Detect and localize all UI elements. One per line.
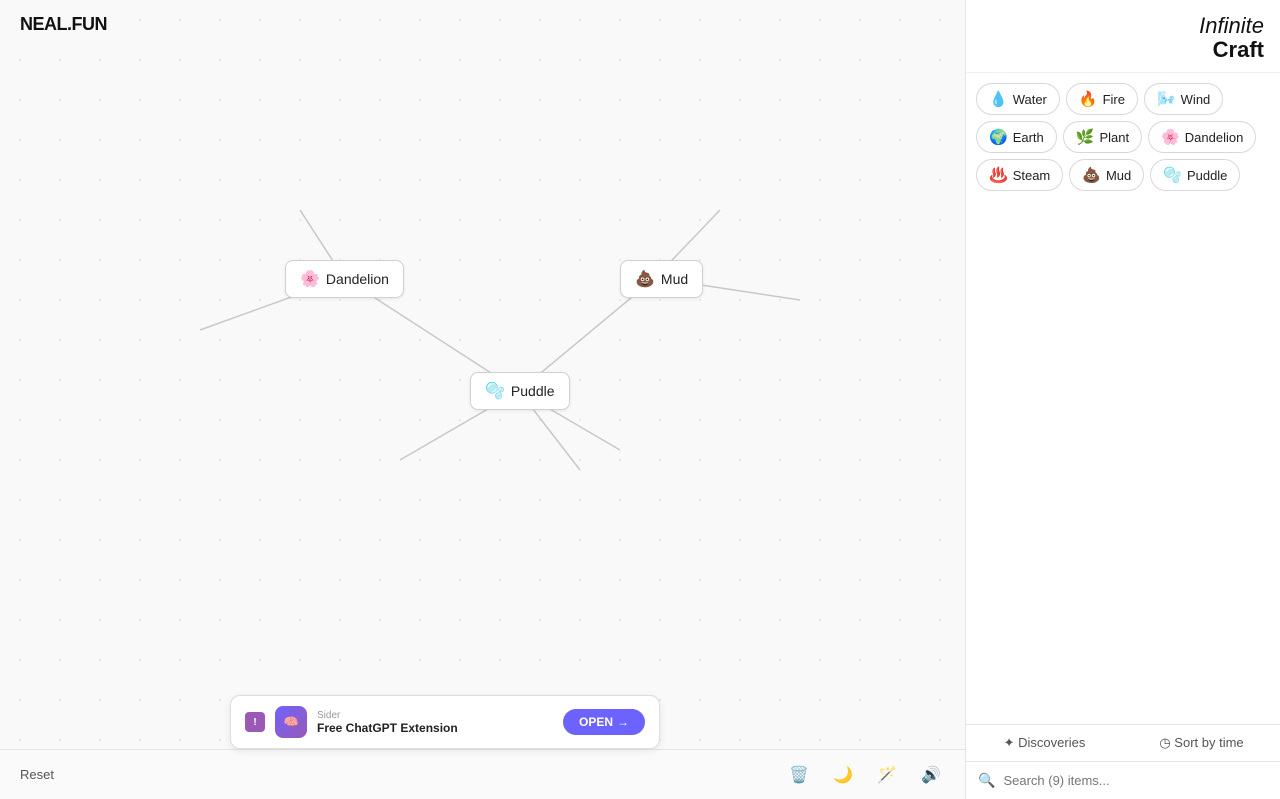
ad-text: Sider Free ChatGPT Extension [317,710,553,735]
ad-title: Free ChatGPT Extension [317,721,553,735]
steam-emoji: ♨️ [989,166,1008,184]
canvas-item-dandelion[interactable]: 🌸 Dandelion [285,260,404,298]
brush-icon[interactable]: 🪄 [873,761,901,789]
infinite-craft-title: Infinite Craft [1199,14,1264,62]
sound-icon[interactable]: 🔊 [917,761,945,789]
steam-label: Steam [1013,168,1051,183]
canvas-item-puddle[interactable]: 🫧 Puddle [470,372,570,410]
canvas-area[interactable]: 🌸 Dandelion 💩 Mud 🫧 Puddle [0,0,965,799]
mud-emoji: 💩 [635,269,655,289]
water-label: Water [1013,92,1047,107]
earth-emoji: 🌍 [989,128,1008,146]
discoveries-tab[interactable]: ✦ Discoveries [966,725,1123,761]
dandelion-emoji: 🌸 [300,269,320,289]
canvas-toolbar: Reset 🗑️ 🌙 🪄 🔊 [0,749,965,799]
canvas-toolbar-right: 🗑️ 🌙 🪄 🔊 [785,761,945,789]
fire-label: Fire [1103,92,1125,107]
sidebar-item-water[interactable]: 💧 Water [976,83,1060,115]
sidebar-item-plant[interactable]: 🌿 Plant [1063,121,1142,153]
puddle-sidebar-emoji: 🫧 [1163,166,1182,184]
dandelion-sidebar-label: Dandelion [1185,130,1244,145]
sidebar-header: Infinite Craft [966,0,1280,73]
ad-warning-icon: ! [245,712,265,732]
wind-label: Wind [1181,92,1211,107]
fire-emoji: 🔥 [1079,90,1098,108]
mud-sidebar-label: Mud [1106,168,1131,183]
earth-label: Earth [1013,130,1044,145]
sidebar-item-puddle[interactable]: 🫧 Puddle [1150,159,1240,191]
sidebar-bottom: ✦ Discoveries ◷ Sort by time 🔍 [966,724,1280,799]
bottom-tabs: ✦ Discoveries ◷ Sort by time [966,725,1280,762]
search-input[interactable] [1003,773,1268,788]
plant-label: Plant [1099,130,1129,145]
sort-tab[interactable]: ◷ Sort by time [1123,725,1280,761]
sidebar: Infinite Craft 💧 Water 🔥 Fire 🌬️ Wind 🌍 … [965,0,1280,799]
sidebar-item-steam[interactable]: ♨️ Steam [976,159,1063,191]
sidebar-item-wind[interactable]: 🌬️ Wind [1144,83,1223,115]
ad-bar: ! 🧠 Sider Free ChatGPT Extension OPEN → [230,695,660,749]
canvas-item-mud[interactable]: 💩 Mud [620,260,703,298]
ad-logo: 🧠 [275,706,307,738]
dandelion-label: Dandelion [326,271,389,287]
trash-icon[interactable]: 🗑️ [785,761,813,789]
sidebar-item-earth[interactable]: 🌍 Earth [976,121,1057,153]
sidebar-item-fire[interactable]: 🔥 Fire [1066,83,1138,115]
title-craft: Craft [1213,37,1264,62]
mud-sidebar-emoji: 💩 [1082,166,1101,184]
sidebar-item-dandelion[interactable]: 🌸 Dandelion [1148,121,1256,153]
title-infinite: Infinite [1199,13,1264,38]
reset-button[interactable]: Reset [20,767,54,782]
water-emoji: 💧 [989,90,1008,108]
wind-emoji: 🌬️ [1157,90,1176,108]
plant-emoji: 🌿 [1076,128,1095,146]
ad-source: Sider [317,710,553,721]
dandelion-sidebar-emoji: 🌸 [1161,128,1180,146]
items-grid: 💧 Water 🔥 Fire 🌬️ Wind 🌍 Earth 🌿 Plant 🌸… [966,73,1280,724]
search-bar: 🔍 [966,762,1280,799]
neal-logo: NEAL.FUN [20,14,107,35]
mud-label: Mud [661,271,688,287]
open-button[interactable]: OPEN → [563,709,645,735]
sidebar-item-mud[interactable]: 💩 Mud [1069,159,1144,191]
moon-icon[interactable]: 🌙 [829,761,857,789]
search-icon: 🔍 [978,772,995,789]
discoveries-label: ✦ Discoveries [1004,735,1086,751]
sort-label: ◷ Sort by time [1159,735,1243,751]
puddle-label: Puddle [511,383,555,399]
puddle-sidebar-label: Puddle [1187,168,1227,183]
puddle-emoji: 🫧 [485,381,505,401]
